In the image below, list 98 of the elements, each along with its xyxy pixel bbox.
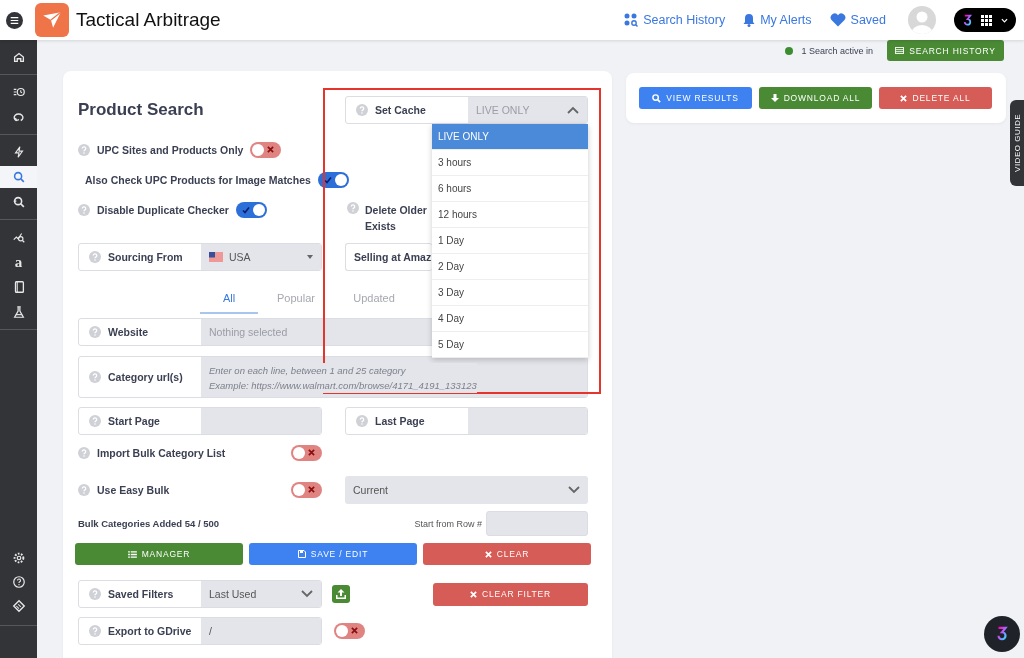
sidebar-item[interactable]: a [0, 251, 37, 273]
placeholder-text: Nothing selected [209, 326, 288, 338]
field-label: Saved Filters [108, 588, 174, 600]
heart-icon [829, 13, 846, 27]
filters-select[interactable]: Saved Filters Last Used [78, 580, 322, 608]
logo-icon[interactable] [35, 3, 69, 37]
action-button[interactable]: VIEW RESULTS [639, 87, 752, 109]
video-guide-tab[interactable]: VIDEO GUIDE [1010, 100, 1024, 186]
close-icon [470, 590, 477, 598]
menu-option[interactable]: 5 Day [432, 332, 588, 358]
field-label: Start from Row # [414, 518, 482, 529]
floppy-icon [297, 550, 306, 558]
toggle-label: Import Bulk Category List [97, 447, 227, 459]
close-icon [484, 550, 492, 558]
select-value: Current [353, 484, 388, 496]
action-button[interactable]: DELETE ALL [879, 87, 992, 109]
status-text: 1 Search active in [801, 45, 873, 56]
grid-icon [981, 14, 993, 26]
select-value: USA [229, 251, 251, 263]
close-icon [308, 449, 315, 456]
chevron-icon [568, 486, 580, 494]
check-icon [241, 206, 250, 214]
toggle-label: UPC Sites and Products Only [97, 144, 244, 156]
menu-option[interactable]: 2 Day [432, 254, 588, 280]
start-page-field[interactable]: Start Page [78, 407, 322, 435]
upload-button[interactable] [332, 585, 350, 603]
select-value: Last Used [209, 588, 257, 600]
menu-option[interactable]: 1 Day [432, 228, 588, 254]
field-label: Last Page [375, 415, 425, 427]
bulk-count: Bulk Categories Added 54 / 500 [78, 518, 221, 529]
menu-option[interactable]: LIVE ONLY [432, 124, 588, 150]
app-switcher-button[interactable] [954, 8, 1016, 32]
app-title: Tactical Arbitrage [76, 9, 221, 31]
toggle-switch[interactable] [334, 623, 365, 639]
action-button[interactable]: MANAGER [75, 543, 243, 565]
close-icon [351, 627, 358, 634]
header-link[interactable]: Search History [624, 13, 726, 27]
caret-icon [307, 255, 313, 259]
field-label: Export to GDrive [108, 625, 192, 637]
field-value: / [209, 625, 212, 637]
card-title: Product Search [78, 100, 205, 120]
field-label: Website [108, 326, 149, 338]
list-icon [127, 550, 137, 558]
cache-select[interactable]: Set Cache LIVE ONLY [345, 96, 588, 124]
header-link[interactable]: My Alerts [743, 13, 812, 27]
field-label: Start Page [108, 415, 160, 427]
check-icon [323, 176, 332, 184]
menu-option[interactable]: 6 hours [432, 176, 588, 202]
close-icon [267, 146, 275, 153]
toggle-switch[interactable] [235, 202, 267, 218]
toggle-switch[interactable] [317, 172, 349, 188]
status-dot [785, 46, 794, 55]
field-label: Category url(s) [108, 371, 183, 383]
marketplace-select[interactable]: Selling at Amaz [345, 243, 432, 271]
search-history-button[interactable]: SEARCH HISTORY [887, 40, 1004, 61]
dots-search-icon [624, 13, 639, 27]
row-input[interactable] [486, 511, 588, 536]
header-link[interactable]: Saved [829, 13, 886, 27]
toggle-label: Also Check UPC Products for Image Matches [85, 174, 311, 186]
search-icon [652, 93, 662, 103]
placeholder-text: LIVE ONLY [476, 104, 530, 116]
chevron-icon [301, 590, 313, 598]
bulk-mode-select[interactable]: Current [345, 476, 588, 504]
field-label: Sourcing From [108, 251, 183, 263]
clear-filter-button[interactable]: CLEAR FILTER [433, 582, 588, 606]
field-label: Selling at Amaz [354, 251, 432, 263]
country-select[interactable]: Sourcing From USA [78, 243, 322, 271]
menu-icon[interactable] [6, 11, 23, 29]
toggle-switch[interactable] [291, 445, 322, 461]
tab[interactable]: All [200, 284, 258, 314]
menu-option[interactable]: 4 Day [432, 306, 588, 332]
toggle-label: Use Easy Bulk [97, 484, 171, 496]
close-icon [900, 94, 908, 102]
action-button[interactable]: DOWNLOAD ALL [759, 87, 872, 109]
toggle-switch[interactable] [291, 482, 322, 498]
menu-option[interactable]: 3 hours [432, 150, 588, 176]
option-label: Delete Older Exists [365, 203, 428, 234]
placeholder-text: Enter on each line, between 1 and 25 category Example: https://www.walmart.com/browse/4171_4191_133123 [209, 363, 477, 393]
down-arrow-icon [770, 94, 779, 102]
menu-option[interactable]: 3 Day [432, 280, 588, 306]
gdrive-field[interactable]: Export to GDrive / [78, 617, 322, 645]
toggle-switch[interactable] [250, 142, 282, 158]
action-button[interactable]: SAVE / EDIT [249, 543, 417, 565]
flag-icon [209, 252, 223, 262]
category-field[interactable]: Category url(s) Enter on each line, between 1 and 25 category Example: https://www.walmart.com/browse/4171_4191_133123 [78, 356, 588, 398]
table-icon [895, 47, 905, 54]
menu-option[interactable]: 12 hours [432, 202, 588, 228]
last-page-field[interactable]: Last Page [345, 407, 588, 435]
action-button[interactable]: CLEAR [423, 543, 591, 565]
swirl-logo-icon [995, 625, 1009, 643]
field-label: Set Cache [375, 104, 426, 116]
bell-icon [743, 13, 756, 27]
upload-icon [336, 589, 346, 599]
chevron-icon [1000, 17, 1008, 23]
toggle-label: Disable Duplicate Checker [97, 204, 229, 216]
swirl-logo-icon [962, 12, 974, 28]
close-icon [308, 486, 315, 493]
assistant-button[interactable] [984, 616, 1020, 652]
